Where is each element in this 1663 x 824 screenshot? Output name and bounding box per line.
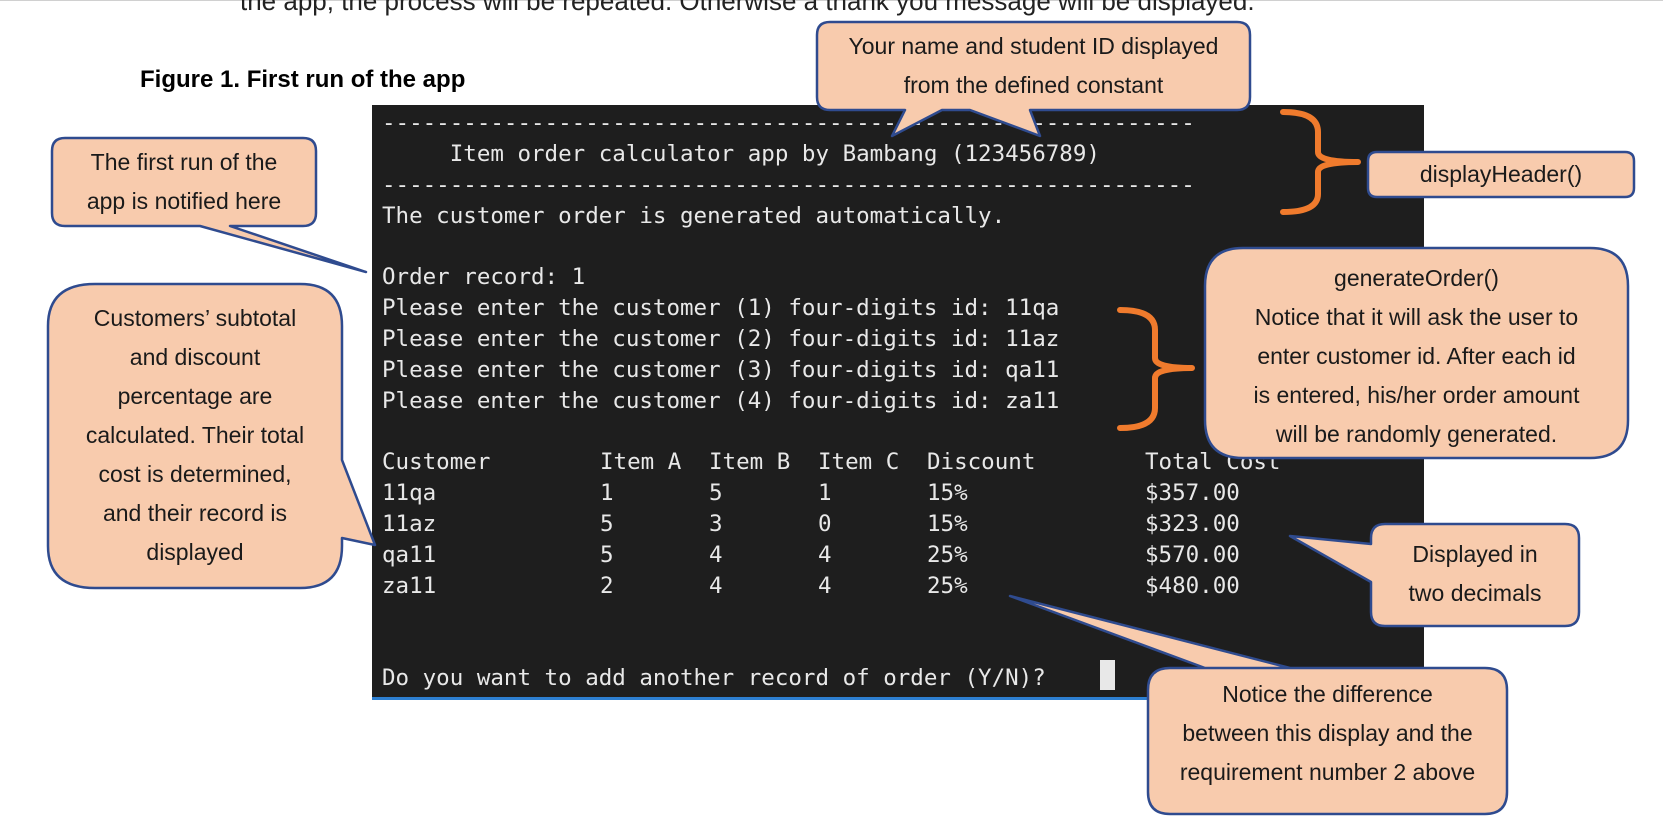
table-cell: 4 [818,573,832,599]
table-cell: 3 [709,511,723,537]
terminal-prompt-3: Please enter the customer (3) four-digit… [382,357,1060,383]
callout-line: displayHeader() [1419,161,1583,187]
table-cell: 11az [382,511,437,537]
callout-line: Displayed in [1412,541,1538,567]
callout-line: from the defined constant [903,72,1164,98]
callout-difference-text: Notice the difference between this displ… [1148,675,1507,792]
callout-line: two decimals [1408,580,1542,606]
callout-line: The first run of the [90,149,278,175]
callout-line: requirement number 2 above [1179,759,1476,785]
callout-generate-order-text: generateOrder() Notice that it will ask … [1205,259,1628,454]
table-header-item-a: Item A [600,449,682,475]
table-cell: 11qa [382,480,437,506]
table-cell: 15% [927,511,968,537]
callout-line: enter customer id. After each id [1257,343,1576,369]
table-cell: 4 [818,542,832,568]
table-cell: za11 [382,573,437,599]
callout-first-run-text: The first run of the app is notified her… [52,143,316,221]
table-cell: 25% [927,542,968,568]
terminal-prompt-2: Please enter the customer (2) four-digit… [382,326,1060,352]
callout-line: will be randomly generated. [1275,421,1558,447]
table-header-discount: Discount [927,449,1036,475]
table-header-item-c: Item C [818,449,900,475]
callout-display-header-text: displayHeader() [1368,155,1634,194]
table-cell: 4 [709,542,723,568]
table-cell: 15% [927,480,968,506]
terminal-cursor [1100,660,1115,690]
callout-line: Notice that it will ask the user to [1254,304,1579,330]
table-cell: 5 [709,480,723,506]
table-cell: 5 [600,511,614,537]
callout-line: between this display and the [1182,720,1473,746]
callout-line: is entered, his/her order amount [1253,382,1580,408]
callout-name-id-text: Your name and student ID displayed from … [817,27,1250,105]
table-cell: $480.00 [1145,573,1240,599]
table-cell: 1 [600,480,614,506]
terminal-separator-bottom: ----------------------------------------… [382,172,1195,198]
terminal-prompt-4: Please enter the customer (4) four-digit… [382,388,1060,414]
table-cell: 0 [818,511,832,537]
callout-line: app is notified here [86,188,282,214]
cut-off-paragraph: the app, the process will be repeated. O… [240,0,1255,16]
terminal-final-prompt: Do you want to add another record of ord… [382,665,1046,691]
table-header-customer: Customer [382,449,491,475]
table-cell: qa11 [382,542,437,568]
terminal-separator-top: ----------------------------------------… [382,110,1195,136]
terminal-prompt-1: Please enter the customer (1) four-digit… [382,295,1060,321]
figure-title: Figure 1. First run of the app [140,66,466,93]
callout-two-decimals-text: Displayed in two decimals [1371,535,1579,613]
table-cell: 2 [600,573,614,599]
table-header-item-b: Item B [709,449,791,475]
terminal-order-record: Order record: 1 [382,264,586,290]
table-cell: 1 [818,480,832,506]
table-cell: 5 [600,542,614,568]
callout-line: Customers’ subtotal [93,305,297,331]
callout-line: displayed [146,539,244,565]
table-cell: 4 [709,573,723,599]
callout-line: and their record is [102,500,288,526]
document-page: the app, the process will be repeated. O… [0,0,1663,824]
table-cell: $570.00 [1145,542,1240,568]
callout-line: Notice the difference [1222,681,1433,707]
terminal-intro: The customer order is generated automati… [382,203,1006,229]
callout-line: Your name and student ID displayed [848,33,1219,59]
callout-line: calculated. Their total [85,422,305,448]
callout-line: and discount [129,344,261,370]
terminal-header: Item order calculator app by Bambang (12… [382,141,1100,167]
callout-line: cost is determined, [98,461,292,487]
table-cell: 25% [927,573,968,599]
callout-subtotal-text: Customers’ subtotal and discount percent… [48,299,342,572]
callout-line: percentage are [117,383,273,409]
table-cell: $357.00 [1145,480,1240,506]
callout-line: generateOrder() [1334,265,1499,291]
table-cell: $323.00 [1145,511,1240,537]
